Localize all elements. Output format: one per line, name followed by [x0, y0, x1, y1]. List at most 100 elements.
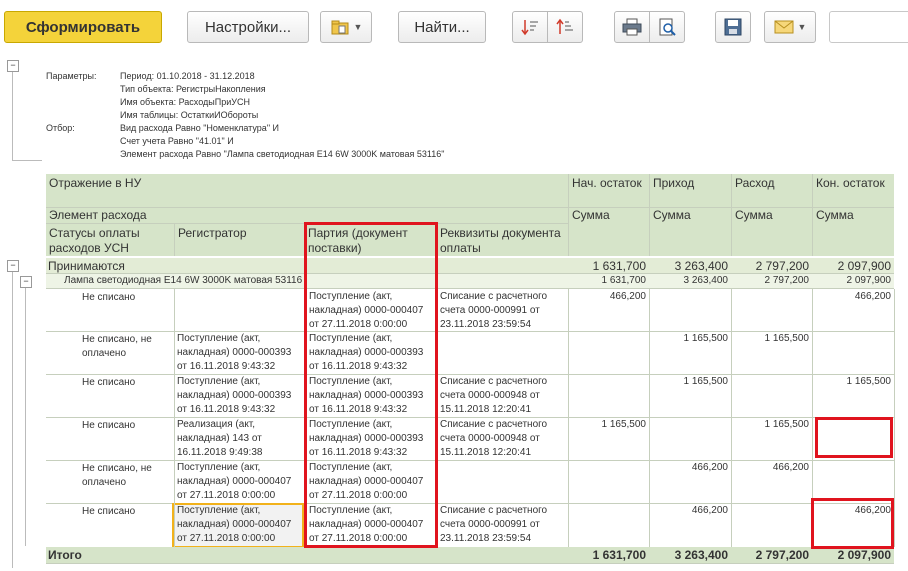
- subgroup-expense: 2 797,200: [764, 275, 810, 286]
- highlight-closing-value: [811, 498, 894, 549]
- row-expense: 1 165,500: [764, 419, 810, 430]
- grid-line: [731, 174, 732, 256]
- group-label: Принимаются: [48, 259, 125, 273]
- period-value: Период: 01.10.2018 - 31.12.2018: [120, 71, 255, 81]
- header-sum: Сумма: [813, 208, 894, 256]
- row-payment: Списание с расчетного счета 0000-000948 …: [440, 419, 548, 458]
- row-closing: 1 165,500: [846, 376, 892, 387]
- row-payment: Списание с расчетного счета 0000-000991 …: [440, 291, 548, 330]
- filter-2: Счет учета Равно "41.01" И: [120, 136, 234, 146]
- grid-line: [649, 174, 650, 256]
- find-label: Найти...: [414, 18, 470, 36]
- sort-desc-button[interactable]: [512, 11, 548, 43]
- header-income: Приход: [650, 174, 731, 208]
- header-registrar: Регистратор: [175, 224, 304, 256]
- grid-line: [174, 224, 175, 256]
- save-button[interactable]: [715, 11, 751, 43]
- folder-icon: [331, 20, 349, 35]
- object-type-value: Тип объекта: РегистрыНакопления: [120, 84, 266, 94]
- row-expense: 466,200: [772, 462, 809, 473]
- total-label: Итого: [48, 548, 82, 562]
- collapse-toggle-params[interactable]: −: [7, 60, 19, 72]
- outline-line: [12, 160, 42, 161]
- generate-label: Сформировать: [25, 18, 141, 36]
- grid-line: [812, 174, 813, 256]
- grid-line: [174, 289, 175, 547]
- outline-line: [12, 72, 13, 160]
- generate-button[interactable]: Сформировать: [4, 11, 162, 43]
- group-closing: 2 097,900: [837, 259, 891, 273]
- floppy-disk-icon: [724, 18, 742, 36]
- row-registrar: Реализация (акт, накладная) 143 от 16.11…: [177, 419, 263, 458]
- variants-dropdown-button[interactable]: ▼: [320, 11, 372, 43]
- header-expense: Расход: [732, 174, 812, 208]
- row-status: Не списано, не оплачено: [82, 334, 152, 359]
- header-payment: Реквизиты документа оплаты: [437, 224, 568, 256]
- group-income: 3 263,400: [674, 259, 728, 273]
- row-income: 1 165,500: [683, 376, 729, 387]
- grid-line: [568, 289, 569, 547]
- filter-3: Элемент расхода Равно "Лампа светодиодна…: [120, 149, 445, 159]
- total-closing: 2 097,900: [837, 548, 891, 562]
- header-statuses: Статусы оплаты расходов УСН: [46, 224, 174, 256]
- print-button[interactable]: [614, 11, 650, 43]
- settings-label: Настройки...: [204, 18, 292, 36]
- row-closing: 466,200: [854, 291, 891, 302]
- row-payment: Списание с расчетного счета 0000-000948 …: [440, 376, 548, 415]
- highlight-batch-column: [304, 222, 438, 548]
- filter-1: Вид расхода Равно "Номенклатура" И: [120, 123, 279, 133]
- find-button[interactable]: Найти...: [398, 11, 486, 43]
- row-expense: 1 165,500: [764, 333, 810, 344]
- chevron-down-icon: ▼: [353, 22, 363, 32]
- header-sum: Сумма: [650, 208, 731, 256]
- row-payment: Списание с расчетного счета 0000-000991 …: [440, 505, 548, 544]
- toolbar: Сформировать Настройки... ▼ Найти... ▼: [0, 0, 908, 52]
- row-status: Не списано: [82, 377, 136, 388]
- total-expense: 2 797,200: [755, 548, 809, 562]
- object-name-value: Имя объекта: РасходыПриУСН: [120, 97, 250, 107]
- row-income: 466,200: [691, 462, 728, 473]
- header-sum: Сумма: [569, 208, 649, 256]
- grid-line: [568, 174, 569, 256]
- highlight-empty-closing: [815, 417, 893, 458]
- header-reflection: Отражение в НУ: [46, 174, 568, 208]
- row-registrar: Поступление (акт, накладная) 0000-000407…: [177, 462, 292, 501]
- total-income: 3 263,400: [674, 548, 728, 562]
- send-email-dropdown-button[interactable]: ▼: [764, 11, 816, 43]
- subgroup-opening: 1 631,700: [601, 275, 647, 286]
- table-name-value: Имя таблицы: ОстаткиИОбороты: [120, 110, 259, 120]
- filter-label: Отбор:: [46, 123, 75, 133]
- row-status: Не списано: [82, 506, 136, 517]
- outline-line: [25, 288, 26, 546]
- row-registrar: Поступление (акт, накладная) 0000-000407…: [177, 505, 292, 544]
- group-opening: 1 631,700: [592, 259, 646, 273]
- row-status: Не списано, не оплачено: [82, 463, 152, 488]
- group-expense: 2 797,200: [755, 259, 809, 273]
- row-status: Не списано: [82, 292, 136, 303]
- printer-icon: [622, 18, 642, 36]
- grid-line: [731, 289, 732, 547]
- subgroup-income: 3 263,400: [683, 275, 729, 286]
- subgroup-label: Лампа светодиодная E14 6W 3000K матовая …: [64, 275, 303, 286]
- row-opening: 1 165,500: [601, 419, 647, 430]
- print-preview-icon: [659, 18, 676, 36]
- search-input[interactable]: [829, 11, 908, 43]
- settings-button[interactable]: Настройки...: [187, 11, 309, 43]
- preview-button[interactable]: [649, 11, 685, 43]
- row-income: 466,200: [691, 505, 728, 516]
- row-registrar: Поступление (акт, накладная) 0000-000393…: [177, 333, 292, 372]
- outline-line: [12, 272, 13, 568]
- sort-ascending-icon: [556, 18, 573, 34]
- sort-asc-button[interactable]: [547, 11, 583, 43]
- row-income: 1 165,500: [683, 333, 729, 344]
- grid-line: [649, 289, 650, 547]
- row-registrar: Поступление (акт, накладная) 0000-000393…: [177, 376, 292, 415]
- header-closing: Кон. остаток: [813, 174, 894, 208]
- row-status: Не списано: [82, 420, 136, 431]
- total-opening: 1 631,700: [592, 548, 646, 562]
- collapse-toggle-subgroup[interactable]: −: [20, 276, 32, 288]
- grid-line: [46, 273, 894, 274]
- params-label: Параметры:: [46, 71, 97, 81]
- header-opening: Нач. остаток: [569, 174, 649, 208]
- collapse-toggle-group[interactable]: −: [7, 260, 19, 272]
